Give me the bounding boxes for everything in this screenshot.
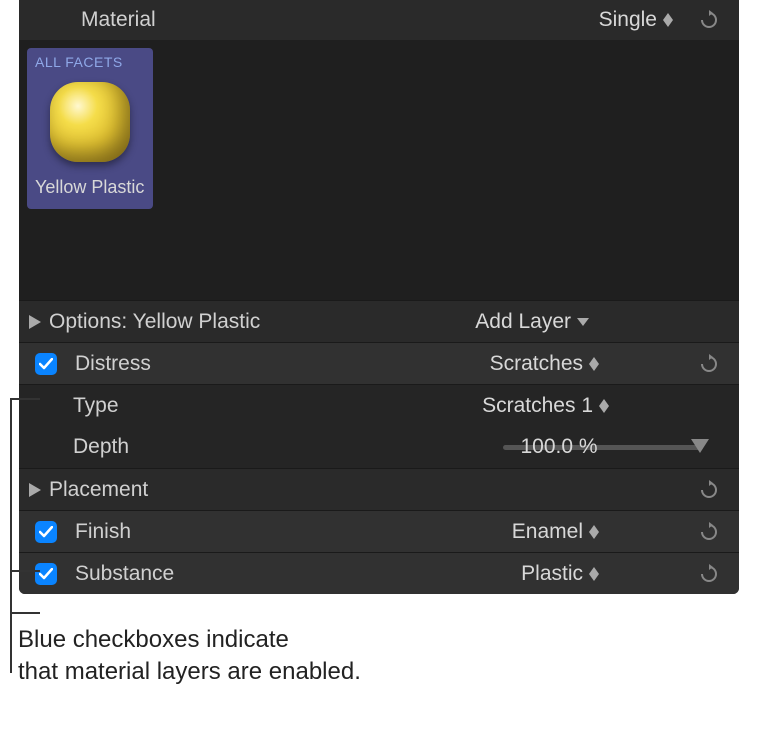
reset-icon[interactable]: [699, 354, 719, 374]
type-value: Scratches 1: [482, 394, 593, 418]
distress-value: Scratches: [490, 352, 583, 376]
material-mode-select[interactable]: Single: [599, 8, 673, 32]
finish-row: Finish Enamel: [19, 510, 739, 552]
finish-select[interactable]: Enamel: [512, 520, 599, 544]
caption: Blue checkboxes indicate that material l…: [18, 624, 758, 689]
distress-label: Distress: [75, 352, 151, 376]
facets-area: ALL FACETS Yellow Plastic: [19, 40, 739, 300]
add-layer-label: Add Layer: [475, 310, 571, 334]
add-layer-dropdown[interactable]: Add Layer: [475, 310, 589, 334]
substance-value: Plastic: [521, 562, 583, 586]
finish-checkbox[interactable]: [35, 521, 57, 543]
finish-value: Enamel: [512, 520, 583, 544]
substance-checkbox[interactable]: [35, 563, 57, 585]
disclosure-triangle-icon[interactable]: [29, 315, 41, 329]
updown-arrows-icon: [589, 357, 599, 371]
material-preview: [44, 76, 136, 168]
type-label: Type: [73, 394, 119, 418]
placement-label: Placement: [49, 478, 148, 502]
reset-icon[interactable]: [699, 10, 719, 30]
depth-row: Depth 100.0 %: [19, 426, 739, 468]
facet-badge: ALL FACETS: [35, 54, 145, 70]
caption-line1: Blue checkboxes indicate: [18, 624, 758, 656]
updown-arrows-icon: [599, 399, 609, 413]
material-inspector-panel: Material Single ALL FACETS Yellow Plasti…: [19, 0, 739, 594]
options-row: Options: Yellow Plastic Add Layer: [19, 300, 739, 342]
distress-checkbox[interactable]: [35, 353, 57, 375]
chevron-down-icon: [577, 318, 589, 326]
substance-select[interactable]: Plastic: [521, 562, 599, 586]
callout-line: [10, 398, 12, 673]
distress-select[interactable]: Scratches: [490, 352, 599, 376]
callout-line: [10, 570, 40, 572]
reset-icon[interactable]: [699, 564, 719, 584]
updown-arrows-icon: [589, 567, 599, 581]
facet-card[interactable]: ALL FACETS Yellow Plastic: [27, 48, 153, 209]
substance-row: Substance Plastic: [19, 552, 739, 594]
panel-title: Material: [81, 8, 156, 32]
updown-arrows-icon: [663, 13, 673, 27]
finish-label: Finish: [75, 520, 131, 544]
options-label: Options: Yellow Plastic: [49, 310, 260, 334]
substance-label: Substance: [75, 562, 174, 586]
callout-line: [10, 612, 40, 614]
material-name: Yellow Plastic: [35, 176, 145, 199]
material-mode-value: Single: [599, 8, 657, 32]
type-select[interactable]: Scratches 1: [482, 394, 609, 418]
disclosure-triangle-icon[interactable]: [29, 483, 41, 497]
depth-value[interactable]: 100.0 %: [494, 435, 624, 459]
material-thumbnail: [50, 82, 130, 162]
reset-icon[interactable]: [699, 522, 719, 542]
placement-row: Placement: [19, 468, 739, 510]
depth-label: Depth: [73, 435, 129, 459]
caption-line2: that material layers are enabled.: [18, 656, 758, 688]
updown-arrows-icon: [589, 525, 599, 539]
distress-row: Distress Scratches: [19, 342, 739, 384]
type-row: Type Scratches 1: [19, 384, 739, 426]
reset-icon[interactable]: [699, 480, 719, 500]
header-row: Material Single: [19, 0, 739, 40]
callout-line: [10, 398, 40, 400]
slider-thumb-icon[interactable]: [691, 439, 709, 453]
